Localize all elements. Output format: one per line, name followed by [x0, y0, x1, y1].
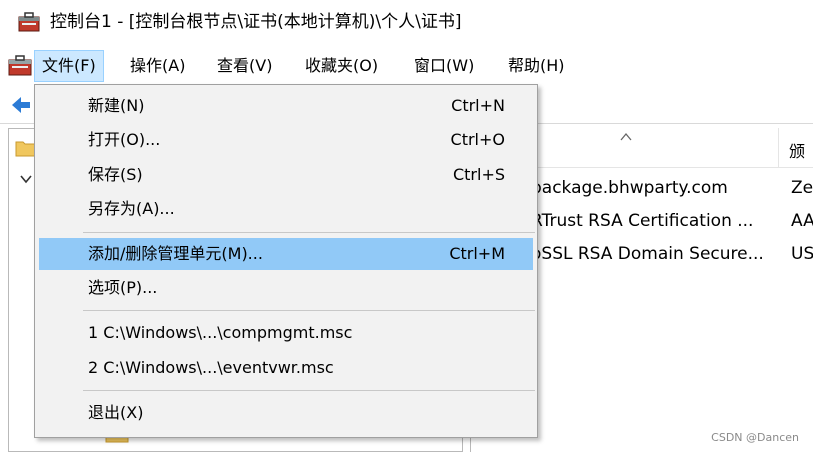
column-divider[interactable]	[778, 128, 779, 168]
menu-item-label: 保存(S)	[88, 165, 143, 184]
menu-separator	[83, 232, 535, 233]
back-arrow-icon[interactable]	[10, 94, 32, 116]
menu-item-options[interactable]: 选项(P)...	[39, 272, 533, 304]
menu-item-shortcut: Ctrl+N	[451, 96, 505, 115]
file-menu-dropdown: 新建(N) Ctrl+N 打开(O)... Ctrl+O 保存(S) Ctrl+…	[34, 84, 538, 438]
menu-separator	[83, 310, 535, 311]
sort-ascending-icon	[620, 132, 632, 141]
menu-item-shortcut: Ctrl+M	[449, 244, 505, 263]
menu-view[interactable]: 查看(V)	[209, 50, 280, 82]
menu-item-label: 打开(O)...	[88, 130, 161, 149]
menu-item-label: 新建(N)	[88, 96, 145, 115]
menu-item-open[interactable]: 打开(O)... Ctrl+O	[39, 124, 533, 156]
menu-help[interactable]: 帮助(H)	[500, 50, 573, 82]
menu-item-exit[interactable]: 退出(X)	[39, 397, 533, 429]
menu-action[interactable]: 操作(A)	[122, 50, 193, 82]
mmc-toolbox-icon	[18, 12, 40, 32]
cert-issued-to: RTrust RSA Certification ...	[531, 211, 754, 231]
menu-item-new[interactable]: 新建(N) Ctrl+N	[39, 90, 533, 122]
cert-issued-to: package.bhwparty.com	[531, 178, 728, 198]
title-bar: 控制台1 - [控制台根节点\证书(本地计算机)\个人\证书]	[0, 0, 813, 46]
menu-item-label: 另存为(A)...	[88, 199, 175, 218]
chevron-down-icon[interactable]	[19, 173, 33, 185]
mmc-doc-icon[interactable]	[8, 55, 32, 77]
cert-issued-to: oSSL RSA Domain Secure...	[531, 244, 764, 264]
watermark: CSDN @Dancen	[711, 431, 799, 444]
menu-item-label: 选项(P)...	[88, 278, 158, 297]
menu-item-add-remove-snapin[interactable]: 添加/删除管理单元(M)... Ctrl+M	[39, 238, 533, 270]
cert-issued-by: Ze	[791, 178, 813, 198]
menu-item-shortcut: Ctrl+O	[450, 130, 505, 149]
menu-item-save[interactable]: 保存(S) Ctrl+S	[39, 159, 533, 191]
cert-issued-by: AA	[791, 211, 813, 231]
menu-favorites[interactable]: 收藏夹(O)	[297, 50, 386, 82]
column-issued-by-header[interactable]: 颁	[789, 138, 805, 162]
menu-item-shortcut: Ctrl+S	[452, 165, 505, 184]
menu-bar: 文件(F) 操作(A) 查看(V) 收藏夹(O) 窗口(W) 帮助(H)	[0, 47, 813, 85]
menu-file[interactable]: 文件(F)	[34, 50, 104, 82]
cert-issued-by: US	[791, 244, 813, 264]
menu-item-label: 添加/删除管理单元(M)...	[88, 244, 263, 263]
menu-separator	[83, 390, 535, 391]
menu-item-label: 1 C:\Windows\...\compmgmt.msc	[88, 323, 353, 342]
menu-item-recent-2[interactable]: 2 C:\Windows\...\eventvwr.msc	[39, 352, 533, 384]
menu-window[interactable]: 窗口(W)	[406, 50, 482, 82]
menu-item-label: 退出(X)	[88, 403, 144, 422]
menu-item-label: 2 C:\Windows\...\eventvwr.msc	[88, 358, 334, 377]
window-title: 控制台1 - [控制台根节点\证书(本地计算机)\个人\证书]	[50, 12, 462, 32]
menu-item-save-as[interactable]: 另存为(A)...	[39, 193, 533, 225]
menu-item-recent-1[interactable]: 1 C:\Windows\...\compmgmt.msc	[39, 317, 533, 349]
